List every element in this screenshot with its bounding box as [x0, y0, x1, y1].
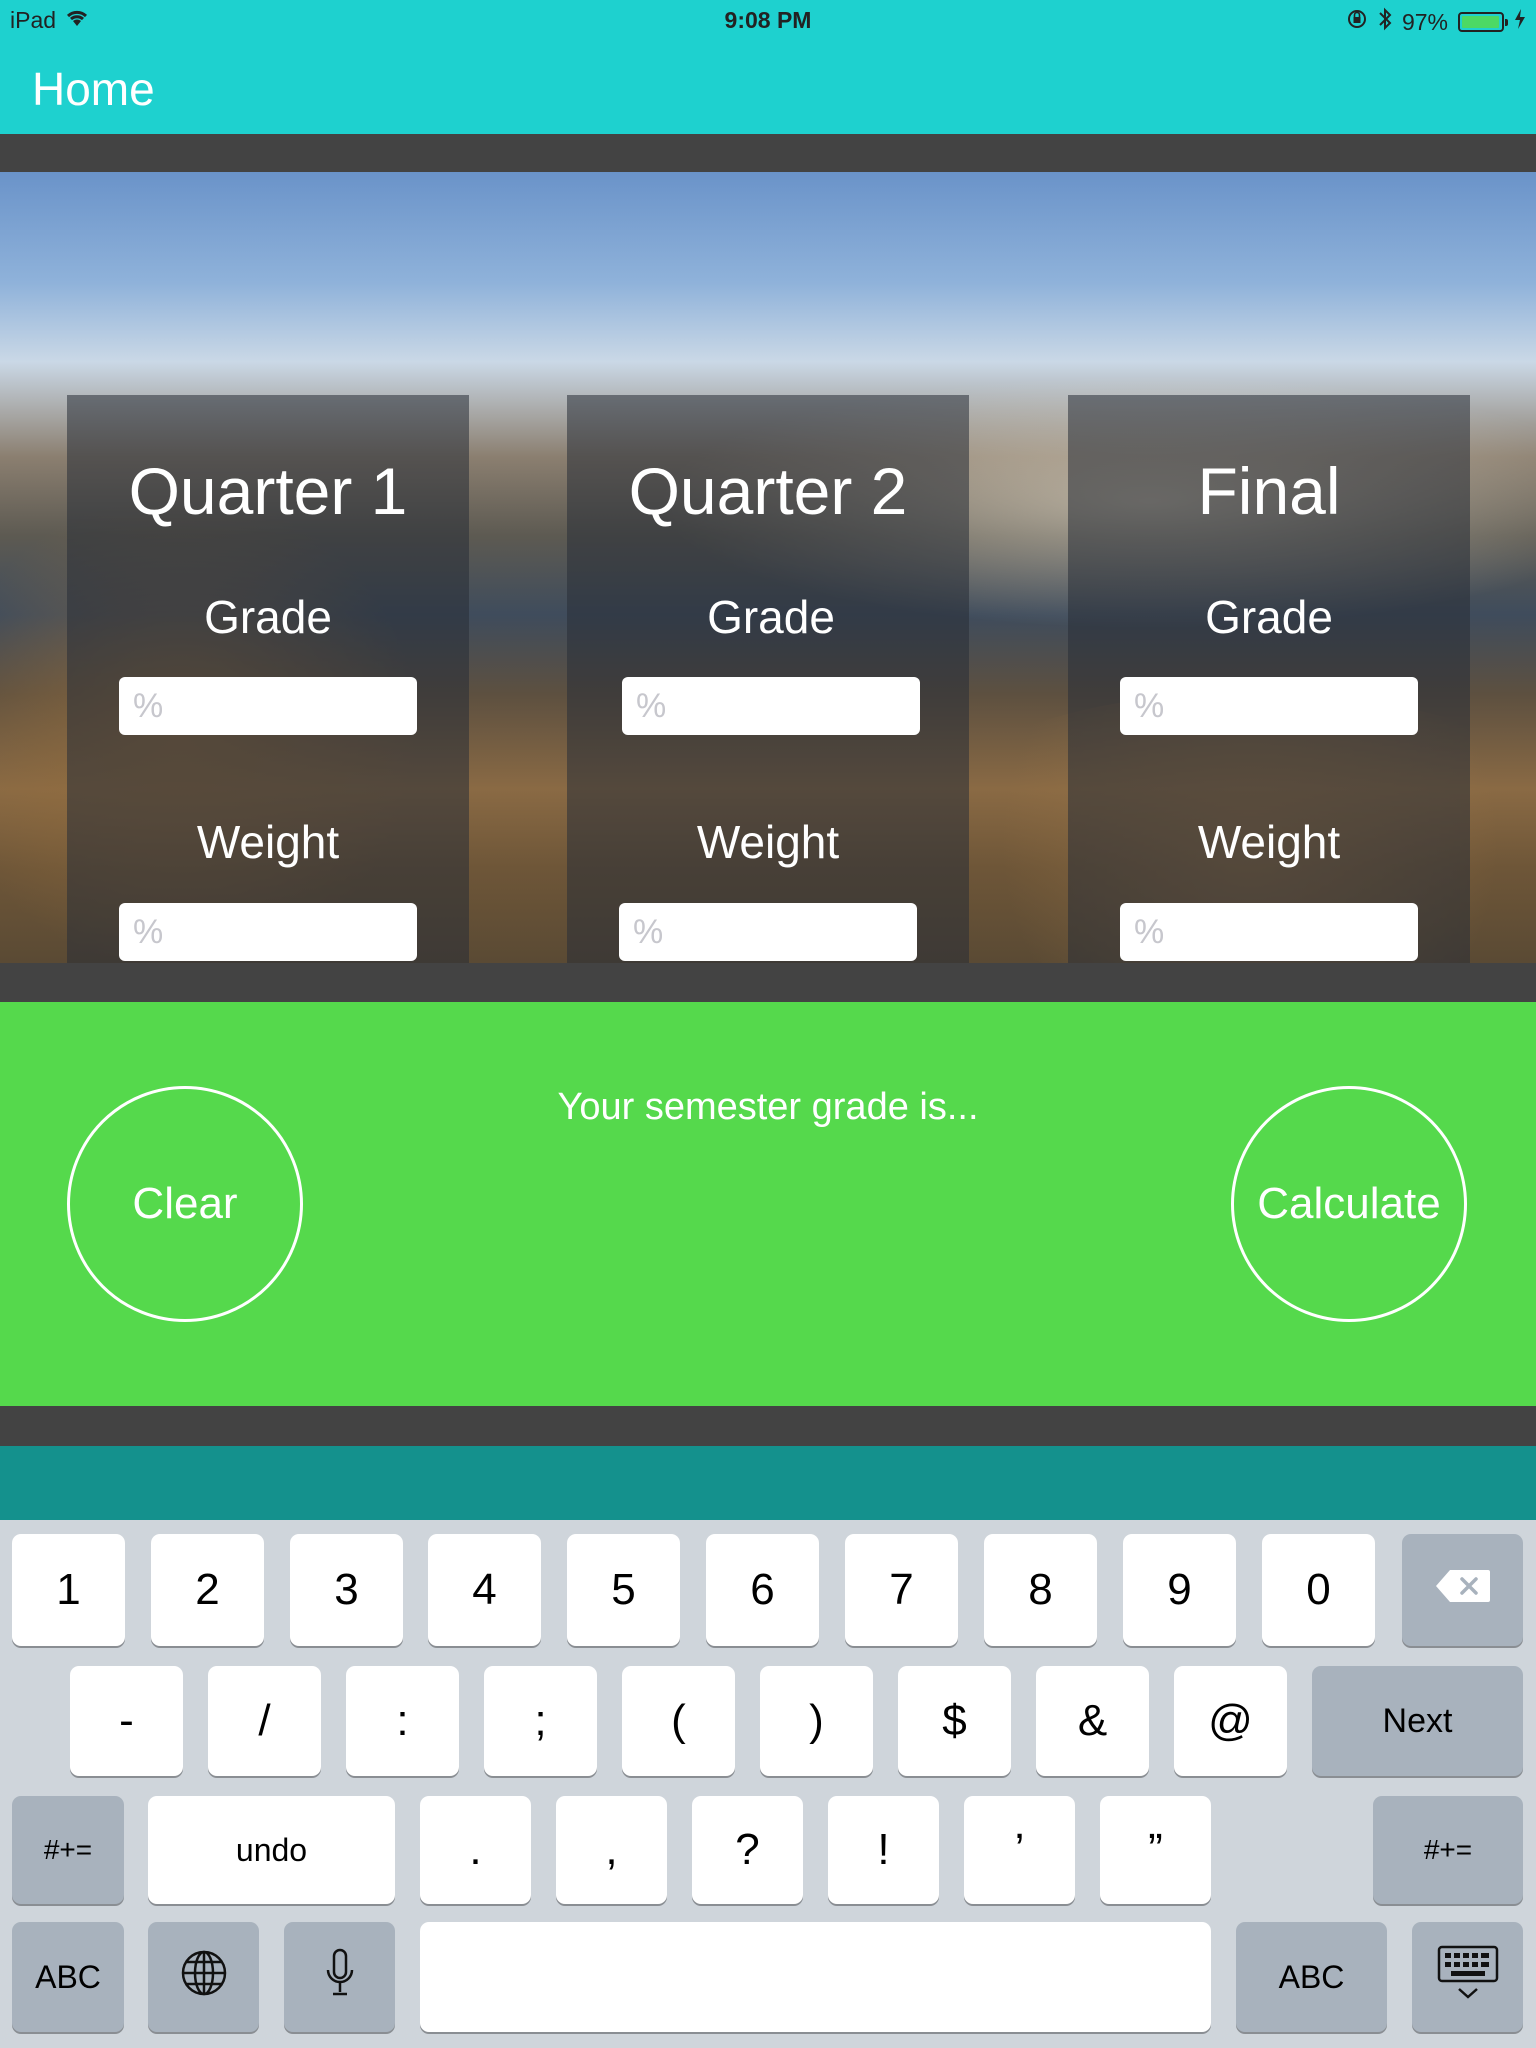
key-at[interactable]: @	[1174, 1666, 1287, 1776]
key-exclamation[interactable]: !	[828, 1796, 939, 1904]
key-8[interactable]: 8	[984, 1534, 1097, 1646]
battery-percent: 97%	[1401, 8, 1448, 35]
rotation-lock-icon	[1346, 8, 1368, 36]
undo-key[interactable]: undo	[148, 1796, 395, 1904]
battery-level-fill	[1462, 16, 1499, 28]
grade-input-panel: Quarter 1 Grade Weight Quarter 2 Grade W…	[0, 172, 1536, 963]
key-quote[interactable]: ”	[1100, 1796, 1211, 1904]
grade-label: Grade	[1205, 591, 1333, 643]
key-7[interactable]: 7	[845, 1534, 958, 1646]
abc-key-right[interactable]: ABC	[1236, 1922, 1387, 2032]
teal-strip	[0, 1446, 1536, 1520]
key-hyphen[interactable]: -	[70, 1666, 183, 1776]
calculate-button[interactable]: Calculate	[1231, 1086, 1467, 1322]
keyboard-dismiss-icon	[1437, 1945, 1499, 2009]
quarter-2-weight-input[interactable]	[619, 903, 917, 961]
quarter-1-weight-input[interactable]	[119, 903, 417, 961]
quarter-2-grade-input[interactable]	[622, 677, 920, 735]
card-title: Quarter 1	[128, 454, 408, 528]
key-semicolon[interactable]: ;	[484, 1666, 597, 1776]
result-panel: Your semester grade is... Clear Calculat…	[0, 1002, 1536, 1406]
key-9[interactable]: 9	[1123, 1534, 1236, 1646]
status-bar: iPad 9:08 PM 97%	[0, 0, 1536, 40]
backspace-key[interactable]	[1402, 1534, 1523, 1646]
charging-icon	[1514, 8, 1526, 36]
card-quarter-2: Quarter 2 Grade Weight	[567, 395, 969, 963]
key-1[interactable]: 1	[12, 1534, 125, 1646]
status-time: 9:08 PM	[724, 7, 812, 33]
weight-label: Weight	[196, 816, 340, 868]
key-apostrophe[interactable]: ’	[964, 1796, 1075, 1904]
key-close-paren[interactable]: )	[760, 1666, 873, 1776]
key-2[interactable]: 2	[151, 1534, 264, 1646]
divider-band-top	[0, 134, 1536, 172]
symbols-key-right[interactable]: #+=	[1373, 1796, 1523, 1904]
symbols-key-left[interactable]: #+=	[12, 1796, 124, 1904]
key-question[interactable]: ?	[692, 1796, 803, 1904]
divider-band-bottom	[0, 1406, 1536, 1446]
key-colon[interactable]: :	[346, 1666, 459, 1776]
numeric-keyboard: 1 2 3 4 5 6 7 8 9 0 - / : ; ( ) $ & @ Ne…	[0, 1520, 1536, 2048]
card-title: Quarter 2	[628, 454, 908, 528]
clear-button[interactable]: Clear	[67, 1086, 303, 1322]
card-title: Final	[1197, 454, 1341, 528]
microphone-key[interactable]	[284, 1922, 395, 2032]
divider-band-middle	[0, 963, 1536, 1002]
grade-label: Grade	[707, 591, 835, 643]
key-3[interactable]: 3	[290, 1534, 403, 1646]
dismiss-keyboard-key[interactable]	[1412, 1922, 1523, 2032]
key-open-paren[interactable]: (	[622, 1666, 735, 1776]
abc-key-left[interactable]: ABC	[12, 1922, 124, 2032]
globe-icon	[179, 1948, 229, 2006]
next-key[interactable]: Next	[1312, 1666, 1523, 1776]
final-weight-input[interactable]	[1120, 903, 1418, 961]
status-right: 97%	[1346, 7, 1526, 37]
microphone-icon	[325, 1948, 355, 2006]
space-key[interactable]	[420, 1922, 1211, 2032]
card-quarter-1: Quarter 1 Grade Weight	[67, 395, 469, 963]
key-4[interactable]: 4	[428, 1534, 541, 1646]
final-grade-input[interactable]	[1120, 677, 1418, 735]
key-ampersand[interactable]: &	[1036, 1666, 1149, 1776]
weight-label: Weight	[696, 816, 840, 868]
grade-label: Grade	[204, 591, 332, 643]
bluetooth-icon	[1378, 7, 1392, 37]
weight-label: Weight	[1197, 816, 1341, 868]
card-final: Final Grade Weight	[1068, 395, 1470, 963]
navigation-bar: Home	[0, 40, 1536, 134]
key-dollar[interactable]: $	[898, 1666, 1011, 1776]
globe-key[interactable]	[148, 1922, 259, 2032]
backspace-icon	[1434, 1568, 1492, 1612]
key-0[interactable]: 0	[1262, 1534, 1375, 1646]
battery-icon	[1458, 12, 1508, 32]
quarter-1-grade-input[interactable]	[119, 677, 417, 735]
key-comma[interactable]: ,	[556, 1796, 667, 1904]
nav-title: Home	[32, 63, 155, 115]
key-6[interactable]: 6	[706, 1534, 819, 1646]
key-period[interactable]: .	[420, 1796, 531, 1904]
key-5[interactable]: 5	[567, 1534, 680, 1646]
key-slash[interactable]: /	[208, 1666, 321, 1776]
